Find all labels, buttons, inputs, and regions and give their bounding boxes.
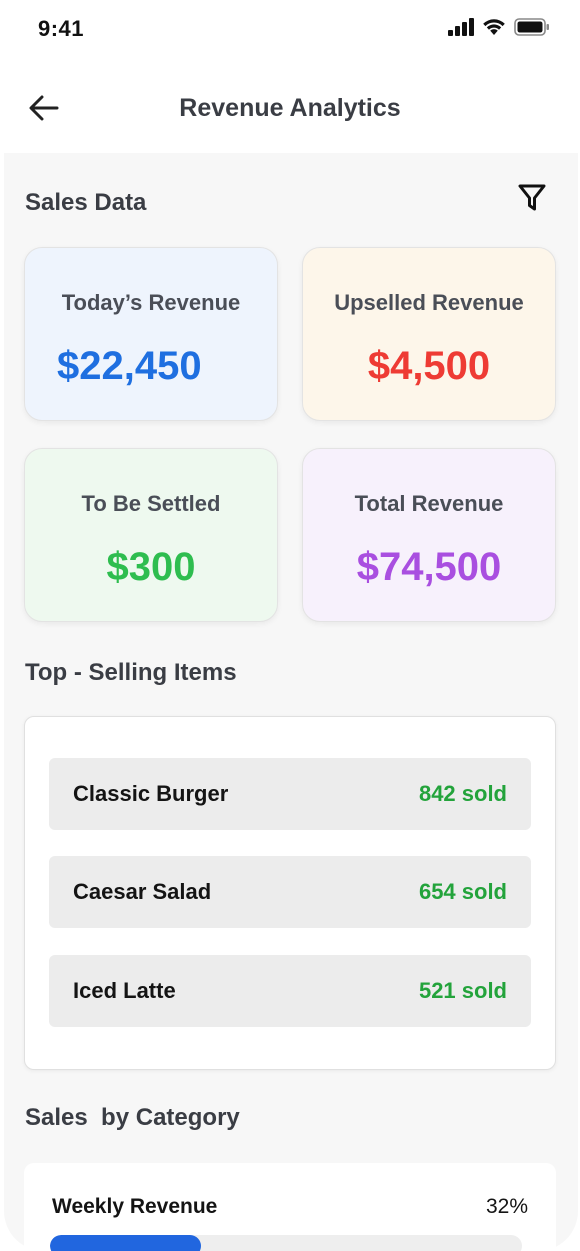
status-icons xyxy=(448,18,550,36)
sales-by-category-title: Sales by Category xyxy=(25,1104,240,1131)
progress-fill xyxy=(50,1235,202,1251)
list-item[interactable]: Caesar Salad 654 sold xyxy=(49,856,531,928)
content-area: Sales Data Today’s Revenue $22,450 Upsel… xyxy=(4,153,578,1251)
todays-revenue-card[interactable]: Today’s Revenue $22,450 xyxy=(24,247,278,421)
item-name: Caesar Salad xyxy=(73,879,212,904)
list-item[interactable]: Iced Latte 521 sold xyxy=(49,955,531,1027)
stat-label: Today’s Revenue xyxy=(61,290,241,315)
app-header: Revenue Analytics xyxy=(0,60,580,153)
cellular-signal-icon xyxy=(448,18,474,36)
filter-icon xyxy=(518,184,546,211)
stat-label: To Be Settled xyxy=(81,491,221,516)
item-sold-count: 842 sold xyxy=(418,781,507,806)
item-sold-count: 521 sold xyxy=(418,978,507,1003)
page-title: Revenue Analytics xyxy=(179,94,401,122)
stat-value: $74,500 xyxy=(356,545,502,589)
stat-value: $22,450 xyxy=(57,344,202,388)
filter-button[interactable] xyxy=(516,181,548,215)
list-item[interactable]: Classic Burger 842 sold xyxy=(49,758,531,830)
total-revenue-card[interactable]: Total Revenue $74,500 xyxy=(302,448,556,622)
to-be-settled-card[interactable]: To Be Settled $300 xyxy=(24,448,278,622)
phone-screen: 9:41 Revenue Analytics Sales Data Today’… xyxy=(0,0,580,1251)
status-bar: 9:41 xyxy=(0,0,580,60)
sales-data-title: Sales Data xyxy=(25,189,147,216)
status-time: 9:41 xyxy=(38,16,85,41)
stat-value: $300 xyxy=(106,545,196,589)
top-selling-title: Top - Selling Items xyxy=(25,659,237,686)
battery-icon xyxy=(514,18,549,36)
stat-value: $4,500 xyxy=(367,344,491,388)
item-name: Iced Latte xyxy=(73,978,176,1003)
category-percent: 32% xyxy=(485,1195,528,1218)
top-selling-list: Classic Burger 842 sold Caesar Salad 654… xyxy=(24,716,556,1070)
upselled-revenue-card[interactable]: Upselled Revenue $4,500 xyxy=(302,247,556,421)
item-sold-count: 654 sold xyxy=(418,879,507,904)
stat-label: Upselled Revenue xyxy=(334,290,524,315)
category-progress-bar xyxy=(50,1235,522,1251)
sales-by-category-panel: Weekly Revenue 32% xyxy=(24,1163,556,1251)
wifi-icon xyxy=(483,19,505,35)
stat-label: Total Revenue xyxy=(354,491,504,516)
category-label: Weekly Revenue xyxy=(52,1195,218,1218)
item-name: Classic Burger xyxy=(73,781,229,806)
